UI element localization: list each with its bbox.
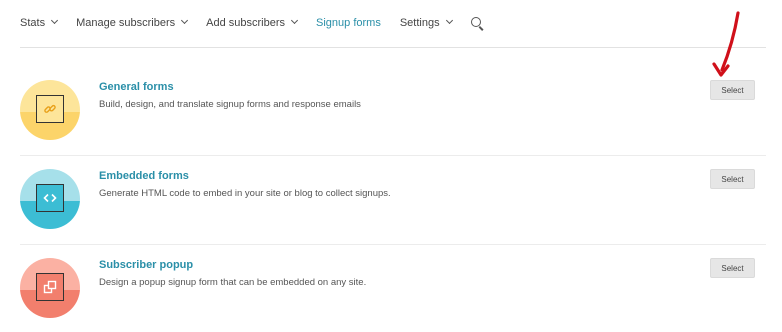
general-forms-title[interactable]: General forms bbox=[99, 81, 174, 93]
chevron-down-icon bbox=[445, 16, 453, 25]
chevron-down-icon bbox=[181, 16, 189, 25]
chevron-down-icon bbox=[51, 16, 59, 25]
general-forms-description: Build, design, and translate signup form… bbox=[99, 99, 361, 110]
code-icon bbox=[36, 184, 64, 212]
red-arrow-icon bbox=[712, 11, 740, 77]
main-nav: Stats Manage subscribers Add subscribers… bbox=[20, 0, 766, 48]
link-icon bbox=[36, 95, 64, 123]
form-option-embedded: Embedded forms Generate HTML code to emb… bbox=[20, 156, 766, 245]
nav-settings[interactable]: Settings bbox=[399, 16, 453, 31]
form-option-popup: Subscriber popup Design a popup signup f… bbox=[20, 245, 766, 332]
embedded-forms-badge bbox=[20, 169, 80, 229]
nav-signup-forms[interactable]: Signup forms bbox=[316, 17, 381, 31]
subscriber-popup-title[interactable]: Subscriber popup bbox=[99, 259, 193, 271]
subscriber-popup-description: Design a popup signup form that can be e… bbox=[99, 277, 367, 288]
nav-manage-subscribers[interactable]: Manage subscribers bbox=[76, 16, 189, 31]
nav-settings-label: Settings bbox=[399, 16, 440, 29]
popup-icon bbox=[36, 273, 64, 301]
subscriber-popup-badge bbox=[20, 258, 80, 318]
nav-stats[interactable]: Stats bbox=[20, 16, 59, 31]
subscriber-popup-select-button[interactable]: Select bbox=[710, 258, 755, 278]
nav-add-subscribers[interactable]: Add subscribers bbox=[206, 16, 299, 31]
embedded-forms-title[interactable]: Embedded forms bbox=[99, 170, 189, 182]
nav-stats-label: Stats bbox=[20, 16, 46, 29]
search-icon[interactable] bbox=[470, 16, 485, 31]
embedded-forms-select-button[interactable]: Select bbox=[710, 169, 755, 189]
form-option-general: General forms Build, design, and transla… bbox=[20, 67, 766, 156]
nav-signup-forms-label: Signup forms bbox=[316, 16, 381, 29]
chevron-down-icon bbox=[290, 16, 299, 25]
embedded-forms-description: Generate HTML code to embed in your site… bbox=[99, 188, 391, 199]
nav-add-subscribers-label: Add subscribers bbox=[206, 16, 286, 29]
general-forms-badge bbox=[20, 80, 80, 140]
nav-manage-subscribers-label: Manage subscribers bbox=[76, 16, 176, 29]
